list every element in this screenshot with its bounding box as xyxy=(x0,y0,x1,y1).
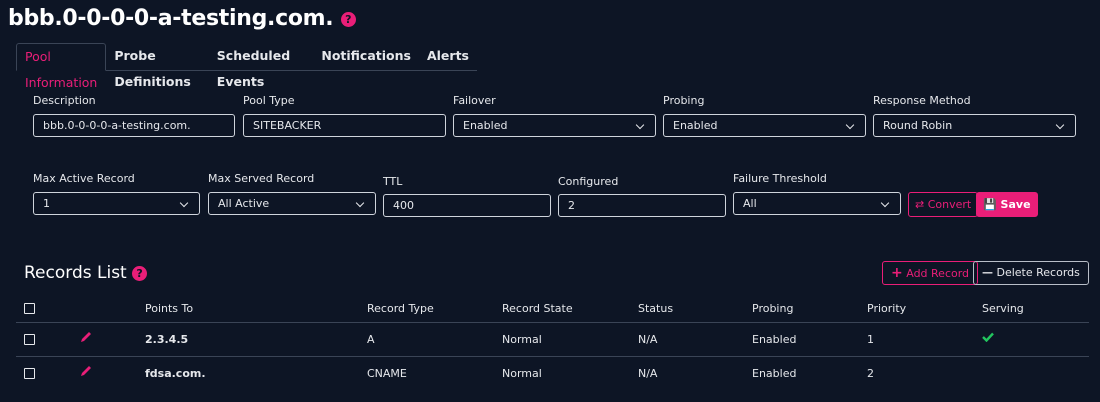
row-checkbox[interactable] xyxy=(24,334,35,345)
row-checkbox[interactable] xyxy=(24,368,35,379)
edit-record-cell xyxy=(79,354,93,387)
convert-icon: ⇄ xyxy=(915,198,925,211)
column-header-priority[interactable]: Priority xyxy=(867,294,906,322)
failover-select[interactable]: Enabled xyxy=(453,114,656,137)
add-record-label: Add Record xyxy=(906,267,970,280)
column-header-status[interactable]: Status xyxy=(638,294,673,322)
points-to-cell: 2.3.4.5 xyxy=(145,333,189,346)
tab-notifications[interactable]: Notifications xyxy=(313,43,419,71)
configured-label: Configured xyxy=(558,175,619,188)
priority-cell: 1 xyxy=(867,333,874,346)
table-header-row: Points To Record Type Record State Statu… xyxy=(16,294,1089,323)
probing-select[interactable]: Enabled xyxy=(663,114,866,137)
max-active-record-value: 1 xyxy=(43,197,50,210)
tab-scheduled-events[interactable]: Scheduled Events xyxy=(209,43,314,89)
max-served-record-select[interactable]: All Active xyxy=(208,192,376,215)
ttl-input[interactable]: 400 xyxy=(383,194,551,217)
status-cell: N/A xyxy=(638,333,658,346)
plus-icon: + xyxy=(891,265,903,281)
column-header-record-type[interactable]: Record Type xyxy=(367,294,434,322)
failure-threshold-select[interactable]: All xyxy=(733,192,901,215)
probing-value: Enabled xyxy=(673,119,718,132)
column-header-points-to[interactable]: Points To xyxy=(145,294,193,322)
column-header-probing[interactable]: Probing xyxy=(752,294,793,322)
row-select-cell xyxy=(24,323,35,356)
tab-probe-definitions[interactable]: Probe Definitions xyxy=(106,43,208,89)
floppy-disk-icon: 💾 xyxy=(983,198,997,211)
probing-label: Probing xyxy=(663,94,705,107)
save-label: Save xyxy=(1000,198,1031,211)
column-header-serving[interactable]: Serving xyxy=(982,294,1024,322)
records-help-icon[interactable]: ? xyxy=(132,265,148,281)
response-method-value: Round Robin xyxy=(883,119,953,132)
max-served-record-label: Max Served Record xyxy=(208,172,315,185)
pencil-icon[interactable] xyxy=(79,330,93,344)
save-button[interactable]: 💾 Save xyxy=(976,192,1038,217)
help-icon[interactable]: ? xyxy=(340,11,356,27)
probing-cell: Enabled xyxy=(752,367,797,380)
probing-cell: Enabled xyxy=(752,333,797,346)
table-row: 2.3.4.5 A Normal N/A Enabled 1 xyxy=(16,323,1089,357)
points-to-cell: fdsa.com. xyxy=(145,367,206,380)
description-label: Description xyxy=(33,94,96,107)
status-cell: N/A xyxy=(638,367,658,380)
delete-records-label: Delete Records xyxy=(996,266,1080,279)
record-state-cell: Normal xyxy=(502,367,542,380)
failure-threshold-label: Failure Threshold xyxy=(733,172,827,185)
configured-input[interactable]: 2 xyxy=(558,194,726,217)
pencil-icon[interactable] xyxy=(79,364,93,378)
records-list-title: Records List ? xyxy=(24,263,148,283)
tab-bar: Pool Information Probe Definitions Sched… xyxy=(16,43,477,90)
convert-label: Convert xyxy=(927,198,972,211)
record-type-cell: A xyxy=(367,333,375,346)
checkmark-icon xyxy=(982,332,994,342)
serving-cell xyxy=(982,320,994,353)
failure-threshold-value: All xyxy=(743,197,757,210)
tab-alerts[interactable]: Alerts xyxy=(419,43,477,71)
pool-type-label: Pool Type xyxy=(243,94,295,107)
select-all-cell xyxy=(24,294,35,322)
records-table: Points To Record Type Record State Statu… xyxy=(16,294,1089,390)
add-record-button[interactable]: + Add Record xyxy=(882,261,979,285)
max-active-record-select[interactable]: 1 xyxy=(33,192,200,215)
max-active-record-label: Max Active Record xyxy=(33,172,135,185)
pool-type-input[interactable]: SITEBACKER xyxy=(243,114,446,137)
page-title: bbb.0-0-0-0-a-testing.com. ? xyxy=(8,6,356,31)
max-served-record-value: All Active xyxy=(218,197,270,210)
priority-cell: 2 xyxy=(867,367,874,380)
record-type-cell: CNAME xyxy=(367,367,407,380)
response-method-label: Response Method xyxy=(873,94,971,107)
table-row: fdsa.com. CNAME Normal N/A Enabled 2 xyxy=(16,357,1089,390)
select-all-checkbox[interactable] xyxy=(24,302,35,314)
records-list-title-text: Records List xyxy=(24,263,127,283)
row-select-cell xyxy=(24,357,35,390)
delete-records-button[interactable]: — Delete Records xyxy=(973,261,1089,285)
description-input[interactable]: bbb.0-0-0-0-a-testing.com. xyxy=(33,114,235,137)
failover-value: Enabled xyxy=(463,119,508,132)
tab-pool-information[interactable]: Pool Information xyxy=(16,43,107,90)
response-method-select[interactable]: Round Robin xyxy=(873,114,1076,137)
ttl-label: TTL xyxy=(383,175,403,188)
convert-button[interactable]: ⇄ Convert xyxy=(908,192,979,217)
page-title-text: bbb.0-0-0-0-a-testing.com. xyxy=(8,6,334,31)
edit-record-cell xyxy=(79,320,93,353)
minus-icon: — xyxy=(982,266,993,279)
failover-label: Failover xyxy=(453,94,496,107)
column-header-record-state[interactable]: Record State xyxy=(502,294,573,322)
record-state-cell: Normal xyxy=(502,333,542,346)
